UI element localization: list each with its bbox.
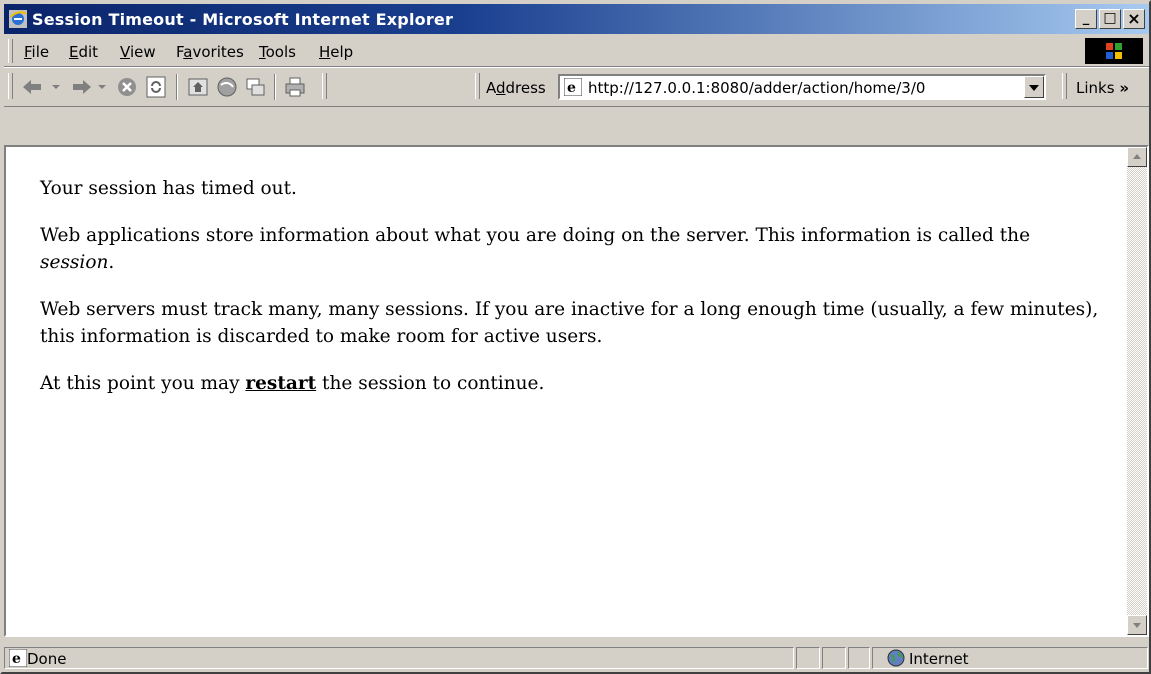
menu-tools[interactable]: Tools	[259, 43, 296, 61]
status-pane-lock	[822, 647, 846, 669]
menu-file[interactable]: File	[24, 43, 49, 61]
svg-text:e: e	[567, 80, 576, 96]
search-icon[interactable]	[216, 76, 238, 98]
status-text: Done	[27, 650, 67, 668]
url-text[interactable]: http://127.0.0.1:8080/adder/action/home/…	[588, 79, 925, 97]
ie-logo-icon	[8, 9, 28, 29]
session-explanation: Web applications store information about…	[40, 225, 1031, 273]
status-pane-extra	[848, 647, 870, 669]
chevron-down-icon	[1029, 85, 1039, 91]
toolbar-separator	[274, 74, 276, 100]
down-arrow-icon	[1133, 623, 1141, 628]
vertical-scrollbar[interactable]	[1127, 147, 1147, 635]
page-ie-icon: e	[8, 648, 28, 671]
zone-pane: Internet	[872, 647, 1148, 669]
menu-help[interactable]: Help	[319, 43, 353, 61]
restart-prompt: At this point you may restart the sessio…	[40, 373, 545, 394]
menu-edit[interactable]: Edit	[69, 43, 98, 61]
home-icon[interactable]	[187, 76, 209, 98]
restart-link[interactable]: restart	[245, 373, 316, 394]
menubar-grip[interactable]	[8, 39, 13, 63]
forward-arrow-icon[interactable]	[68, 76, 110, 98]
print-icon[interactable]	[284, 76, 306, 98]
maximize-button[interactable]: □	[1099, 9, 1121, 29]
address-dropdown-button[interactable]	[1024, 76, 1044, 98]
refresh-icon[interactable]	[145, 76, 167, 98]
browser-window: Session Timeout - Microsoft Internet Exp…	[0, 0, 1151, 674]
address-input[interactable]: e http://127.0.0.1:8080/adder/action/hom…	[558, 74, 1046, 100]
globe-icon	[887, 649, 905, 671]
menu-bar: File Edit View Favorites Tools Help	[4, 36, 1149, 67]
toolbar-separator	[176, 74, 178, 100]
page-ie-icon: e	[563, 77, 583, 97]
menu-favorites[interactable]: Favorites	[176, 43, 244, 61]
window-title: Session Timeout - Microsoft Internet Exp…	[32, 10, 454, 29]
timeout-message: Your session has timed out.	[40, 178, 297, 199]
back-arrow-icon[interactable]	[20, 76, 62, 98]
security-zone-text: Internet	[909, 650, 969, 668]
svg-text:e: e	[12, 651, 21, 667]
stop-icon[interactable]	[116, 76, 138, 98]
toolbar-grip-2[interactable]	[322, 73, 327, 99]
up-arrow-icon	[1133, 154, 1141, 159]
windows-logo-icon	[1085, 38, 1143, 64]
toolbar: Address e http://127.0.0.1:8080/adder/ac…	[4, 67, 1149, 107]
tracking-explanation: Web servers must track many, many sessio…	[40, 299, 1099, 347]
toolbar-grip[interactable]	[8, 73, 13, 99]
minimize-button[interactable]: _	[1075, 9, 1097, 29]
scroll-down-button[interactable]	[1127, 615, 1147, 635]
status-pane: e Done	[4, 647, 794, 669]
close-button[interactable]: ×	[1123, 9, 1145, 29]
menu-view[interactable]: View	[120, 43, 156, 61]
status-bar: e Done Internet	[4, 645, 1149, 672]
status-pane-progress	[796, 647, 820, 669]
address-bar-grip[interactable]	[475, 73, 480, 99]
links-toolbar[interactable]: Links »	[1076, 79, 1129, 97]
title-bar: Session Timeout - Microsoft Internet Exp…	[4, 4, 1149, 34]
page-content: Your session has timed out. Web applicat…	[4, 145, 1149, 637]
favorites-icon[interactable]	[244, 76, 266, 98]
address-label: Address	[486, 79, 546, 97]
scroll-up-button[interactable]	[1127, 147, 1147, 167]
document-body: Your session has timed out. Web applicat…	[40, 175, 1110, 417]
links-grip[interactable]	[1062, 73, 1067, 99]
